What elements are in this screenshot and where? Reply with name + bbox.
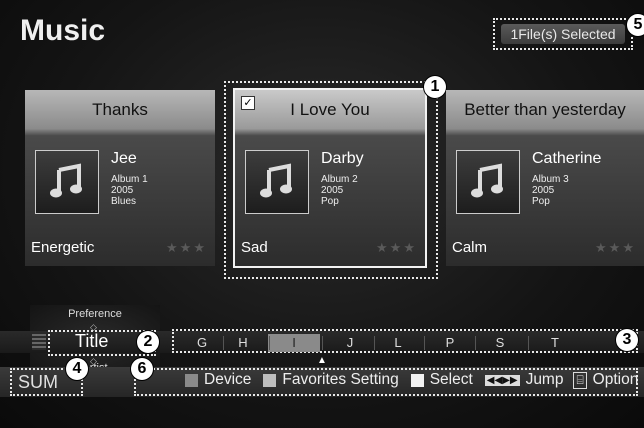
callout-2: 2 — [137, 331, 159, 353]
card-year: 2005 — [321, 185, 344, 196]
card-genre: Blues — [111, 196, 137, 207]
alphabet-letter-j[interactable]: J — [330, 334, 370, 352]
white-square-icon — [410, 373, 424, 387]
card-genre: Pop — [532, 196, 550, 207]
letter-separator — [222, 336, 224, 350]
selected-files-box: 1File(s) Selected — [493, 18, 633, 50]
letter-separator — [268, 336, 270, 350]
alphabet-letter-t[interactable]: T — [535, 334, 575, 352]
select-button[interactable]: Select — [430, 371, 473, 389]
selected-files-button[interactable]: 1File(s) Selected — [501, 24, 625, 44]
alphabet-letter-h[interactable]: H — [223, 334, 263, 352]
card-meta: Album 2 2005 Pop — [321, 174, 358, 207]
down-arrow-icon: ◇ — [90, 356, 97, 366]
card-year: 2005 — [111, 185, 134, 196]
sum-label: SUM — [18, 372, 58, 392]
card-artist: Jee — [111, 150, 137, 167]
music-note-icon — [35, 150, 99, 214]
music-note-icon — [456, 150, 520, 214]
list-icon — [32, 334, 46, 350]
card-album: Album 3 — [532, 174, 569, 185]
rating-stars: ★★★ — [166, 240, 207, 255]
tools-icon: ⌸ — [573, 371, 587, 389]
help-legend: Device Favorites Setting Select ◀◀▶▶ Jum… — [185, 371, 638, 389]
alphabet-letter-i[interactable]: I — [268, 334, 320, 352]
option-button[interactable]: Option — [593, 371, 639, 389]
gray-square-icon — [185, 373, 198, 387]
card-mood: Energetic — [31, 239, 95, 256]
sort-option-previous[interactable]: Preference — [30, 308, 160, 320]
current-letter-marker-icon: ▲ — [317, 355, 327, 366]
card-mood: Sad — [241, 239, 268, 256]
alphabet-letter-l[interactable]: L — [378, 334, 418, 352]
letter-separator — [527, 336, 529, 350]
page-title: Music — [20, 14, 106, 47]
letter-separator — [424, 336, 425, 350]
jump-button[interactable]: Jump — [526, 371, 564, 389]
music-card-i-love-you[interactable]: ✓ I Love You Darby Album 2 2005 Pop Sad … — [233, 88, 427, 268]
favorites-setting-button[interactable]: Favorites Setting — [282, 371, 398, 389]
card-album: Album 2 — [321, 174, 358, 185]
card-meta: Album 3 2005 Pop — [532, 174, 569, 207]
card-mood: Calm — [452, 239, 488, 256]
callout-1: 1 — [424, 76, 446, 98]
alphabet-letter-g[interactable]: G — [182, 334, 222, 352]
music-note-icon — [245, 150, 309, 214]
card-album: Album 1 — [111, 174, 148, 185]
card-artist: Darby — [321, 150, 364, 167]
callout-5: 5 — [627, 14, 644, 36]
rating-stars: ★★★ — [376, 240, 417, 255]
light-gray-square-icon — [263, 373, 277, 387]
music-card-better-than-yesterday[interactable]: Better than yesterday Catherine Album 3 … — [446, 90, 644, 266]
card-title: Thanks — [92, 100, 148, 119]
sort-current[interactable]: Title — [75, 331, 108, 352]
card-meta: Album 1 2005 Blues — [111, 174, 148, 207]
card-title: Better than yesterday — [464, 100, 626, 119]
card-artist: Catherine — [532, 150, 602, 167]
callout-6: 6 — [131, 358, 153, 380]
rating-stars: ★★★ — [595, 240, 636, 255]
callout-3: 3 — [616, 329, 638, 351]
card-year: 2005 — [532, 185, 555, 196]
card-genre: Pop — [321, 196, 339, 207]
device-button[interactable]: Device — [204, 371, 251, 389]
letter-separator — [475, 336, 476, 350]
rewind-forward-icon: ◀◀▶▶ — [484, 374, 520, 386]
card-title: I Love You — [290, 100, 370, 119]
alphabet-letter-p[interactable]: P — [430, 334, 470, 352]
callout-4: 4 — [66, 358, 88, 380]
music-card-thanks[interactable]: Thanks Jee Album 1 2005 Blues Energetic … — [25, 90, 215, 266]
alphabet-letter-s[interactable]: S — [480, 334, 520, 352]
letter-separator — [322, 336, 323, 350]
letter-separator — [374, 336, 375, 350]
